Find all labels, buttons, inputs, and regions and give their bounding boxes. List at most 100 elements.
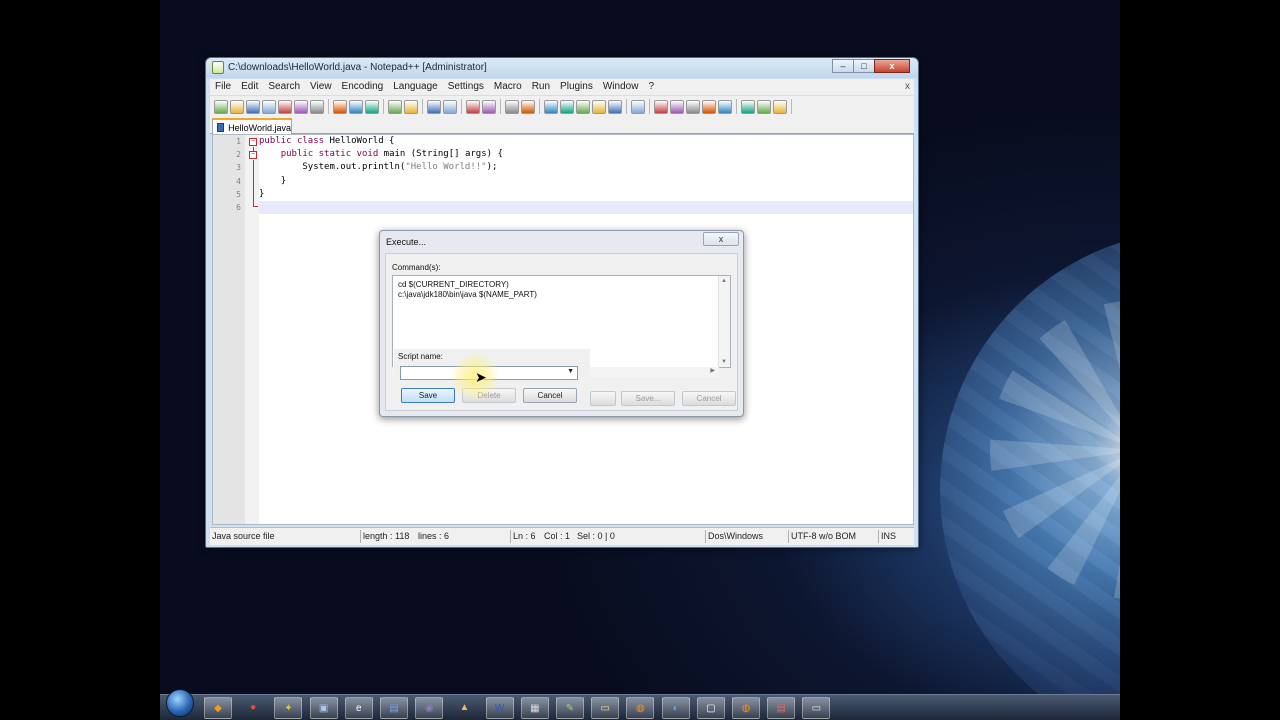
zoom-in-icon[interactable] [466,99,480,114]
save-macro-icon[interactable] [741,99,755,114]
doc-map-icon[interactable] [592,99,606,114]
window-title: C:\downloads\HelloWorld.java - Notepad++… [228,62,487,73]
notepadpp-icon[interactable]: ✎ [556,697,584,719]
close-document-icon[interactable]: x [905,81,910,92]
replace-icon[interactable] [443,99,457,114]
all-chars-icon[interactable] [560,99,574,114]
menu-help[interactable]: ? [643,79,659,95]
scroll-up-icon[interactable]: ▲ [721,278,727,284]
zoom-out-icon[interactable] [482,99,496,114]
divider [705,530,706,543]
line-number: 5 [236,190,241,199]
explorer-icon[interactable]: ▣ [309,697,338,719]
save-all-icon[interactable] [262,99,276,114]
find-icon[interactable] [427,99,441,114]
print-icon[interactable] [310,99,324,114]
save-button[interactable]: Save [401,388,455,403]
firefox2-icon[interactable]: ◍ [732,697,760,719]
tab-helloworld[interactable]: HelloWorld.java [212,118,292,134]
play-macro-icon[interactable] [702,99,716,114]
paste-icon[interactable] [365,99,379,114]
monitor-icon[interactable] [654,99,668,114]
menu-language[interactable]: Language [388,79,443,95]
word-icon[interactable]: W [485,697,514,719]
line-number: 2 [236,150,241,159]
ie-icon[interactable]: e [344,697,373,719]
save-icon[interactable] [246,99,260,114]
save-script-button: Save... [621,391,675,406]
code-line-4: } [259,176,286,186]
scroll-right-icon[interactable]: ▶ [710,367,715,374]
status-lines: lines : 6 [418,531,450,541]
indent-guide-icon[interactable] [576,99,590,114]
status-bar: Java source file length : 118 lines : 6 … [210,527,914,545]
spellcheck-icon[interactable] [757,99,771,114]
minimize-button[interactable]: – [832,59,854,73]
run-macro-multiple-icon[interactable] [718,99,732,114]
fold-toggle-icon[interactable]: − [249,138,257,146]
explorer-icon[interactable] [773,99,787,114]
stop-macro-icon[interactable] [686,99,700,114]
menu-settings[interactable]: Settings [443,79,489,95]
function-list-icon[interactable] [608,99,622,114]
record-macro-icon[interactable] [670,99,684,114]
tab-bar: HelloWorld.java [210,117,914,134]
open-icon[interactable] [230,99,244,114]
close-button[interactable]: x [874,59,910,73]
app6-icon[interactable]: ▤ [380,697,408,719]
vertical-scrollbar[interactable]: ▲ ▼ [718,276,730,367]
menu-macro[interactable]: Macro [489,79,527,95]
app1-icon[interactable]: ◆ [204,697,232,719]
maximize-button[interactable]: □ [853,59,875,73]
new-icon[interactable] [214,99,228,114]
title-bar[interactable]: C:\downloads\HelloWorld.java - Notepad++… [206,58,918,78]
menu-view[interactable]: View [305,79,337,95]
commands-text: cd $(CURRENT_DIRECTORY) c:\java\jdk180\b… [398,280,537,299]
cancel-button[interactable]: Cancel [523,388,577,403]
menu-file[interactable]: File [210,79,236,95]
menu-edit[interactable]: Edit [236,79,263,95]
menu-run[interactable]: Run [527,79,555,95]
app14-icon[interactable]: ◐ [661,697,690,719]
string-literal: "Hello World!!" [405,162,487,172]
code-line-2: public static void main (String[] args) … [259,149,503,159]
app7-icon[interactable]: ◉ [415,697,444,719]
keyword: public [259,136,292,146]
copy-icon[interactable] [349,99,363,114]
dropdown-arrow-icon[interactable]: ▼ [567,368,574,375]
notepadpp-icon [212,61,224,74]
undo-icon[interactable] [388,99,402,114]
cut-icon[interactable] [333,99,347,114]
app3-icon[interactable]: ✦ [274,697,303,719]
app18-icon[interactable]: ▭ [802,697,831,719]
folder-workspace-icon[interactable] [631,99,645,114]
sync-h-icon[interactable] [521,99,535,114]
redo-icon[interactable] [404,99,418,114]
app15-icon[interactable]: ▢ [696,697,725,719]
firefox-icon[interactable]: ◍ [626,697,655,719]
menu-search[interactable]: Search [263,79,305,95]
vlc-icon[interactable]: ▲ [450,697,478,719]
menu-plugins[interactable]: Plugins [555,79,598,95]
dialog-close-button[interactable]: x [703,232,739,246]
app10-icon[interactable]: ▦ [520,697,549,719]
scroll-down-icon[interactable]: ▼ [721,359,727,365]
fold-line [253,160,254,206]
close-icon[interactable] [278,99,292,114]
status-col: Col : 1 [544,531,571,541]
menu-encoding[interactable]: Encoding [337,79,389,95]
close-all-icon[interactable] [294,99,308,114]
divider [360,530,361,543]
fold-toggle-icon[interactable]: − [249,151,257,159]
sync-v-icon[interactable] [505,99,519,114]
code-text: main (String[] args) { [378,149,503,159]
pdf-icon[interactable]: ▤ [767,697,796,719]
menu-window[interactable]: Window [598,79,644,95]
app2-icon[interactable]: ● [239,697,267,719]
start-orb-icon[interactable] [166,689,194,717]
line-number: 4 [236,177,241,186]
folder-icon[interactable]: ▭ [591,697,620,719]
wrap-icon[interactable] [544,99,558,114]
taskbar: ◆ ● ✦ ▣ e ▤ ◉ ▲ W ▦ ✎ ▭ ◍ ◐ ▢ ◍ ▤ ▭ [160,689,1120,720]
